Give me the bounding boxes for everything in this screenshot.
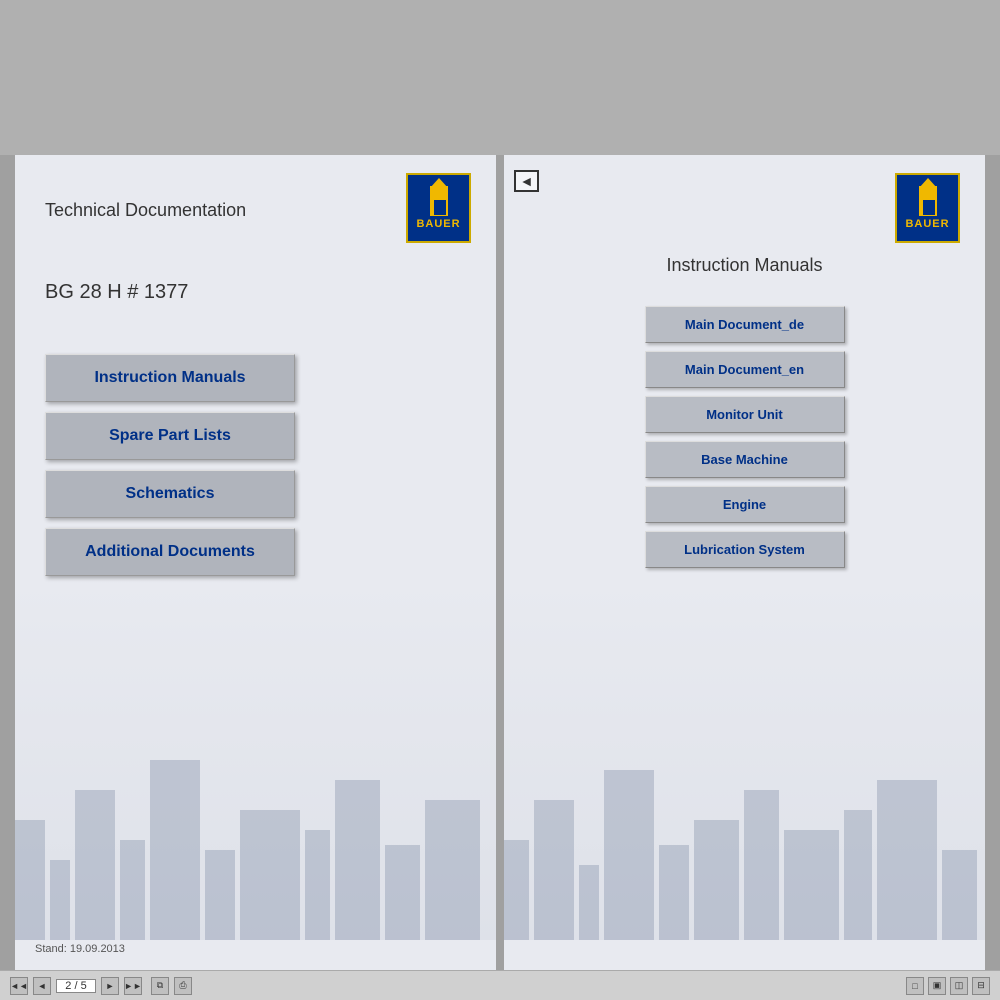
right-page-content: ◄ BAUER Instruction Manuals Main Documen… — [504, 155, 985, 970]
bottom-toolbar: ◄◄ ◄ 2 / 5 ► ►► ⧉ ⎙ □ ▣ ◫ — [0, 970, 1000, 1000]
right-page-title: Instruction Manuals — [534, 255, 955, 276]
stand-text: Stand: 19.09.2013 — [35, 943, 125, 955]
prev-page-button[interactable]: ◄ — [33, 977, 51, 995]
left-page-content: BAUER Technical Documentation BG 28 H # … — [15, 155, 496, 970]
app-container: BAUER Technical Documentation BG 28 H # … — [0, 0, 1000, 1000]
first-page-button[interactable]: ◄◄ — [10, 977, 28, 995]
last-page-icon: ►► — [124, 981, 142, 991]
view-icon-1[interactable]: □ — [906, 977, 924, 995]
view-icon-symbol-3: ◫ — [955, 980, 964, 991]
copy-button[interactable]: ⧉ — [151, 977, 169, 995]
back-icon[interactable]: ◄ — [514, 170, 539, 192]
bauer-logo-right: BAUER — [895, 173, 960, 243]
print-icon: ⎙ — [179, 980, 186, 991]
machine-id: BG 28 H # 1377 — [45, 281, 466, 304]
bauer-logo-tower-right — [919, 186, 937, 216]
right-page: ◄ BAUER Instruction Manuals Main Documen… — [504, 155, 985, 970]
bauer-logo-text: BAUER — [416, 218, 460, 230]
first-page-icon: ◄◄ — [10, 981, 28, 991]
next-page-button[interactable]: ► — [101, 977, 119, 995]
page-indicator[interactable]: 2 / 5 — [56, 979, 96, 993]
nav-buttons: Instruction Manuals Spare Part Lists Sch… — [45, 354, 466, 576]
bauer-logo-tower — [430, 186, 448, 216]
doc-buttons: Main Document_de Main Document_en Monito… — [534, 306, 955, 568]
prev-page-icon: ◄ — [38, 981, 47, 991]
view-icon-symbol-2: ▣ — [933, 980, 942, 991]
toolbar-icons-right: □ ▣ ◫ ⊟ — [906, 977, 990, 995]
lubrication-system-button[interactable]: Lubrication System — [645, 531, 845, 568]
back-icon-symbol: ◄ — [520, 173, 534, 189]
schematics-button[interactable]: Schematics — [45, 470, 295, 518]
last-page-button[interactable]: ►► — [124, 977, 142, 995]
pages-area: BAUER Technical Documentation BG 28 H # … — [0, 155, 1000, 970]
view-icon-symbol-1: □ — [912, 981, 917, 991]
main-document-de-button[interactable]: Main Document_de — [645, 306, 845, 343]
copy-icon: ⧉ — [157, 980, 163, 991]
main-document-en-button[interactable]: Main Document_en — [645, 351, 845, 388]
view-icon-3[interactable]: ◫ — [950, 977, 968, 995]
engine-button[interactable]: Engine — [645, 486, 845, 523]
print-button[interactable]: ⎙ — [174, 977, 192, 995]
monitor-unit-button[interactable]: Monitor Unit — [645, 396, 845, 433]
left-page: BAUER Technical Documentation BG 28 H # … — [15, 155, 496, 970]
top-bar — [0, 0, 1000, 155]
next-page-icon: ► — [106, 981, 115, 991]
view-icon-symbol-4: ⊟ — [977, 980, 985, 991]
page-title: Technical Documentation — [45, 200, 466, 221]
view-icon-4[interactable]: ⊟ — [972, 977, 990, 995]
bauer-logo-text-right: BAUER — [905, 218, 949, 230]
base-machine-button[interactable]: Base Machine — [645, 441, 845, 478]
view-icon-2[interactable]: ▣ — [928, 977, 946, 995]
spare-part-lists-button[interactable]: Spare Part Lists — [45, 412, 295, 460]
instruction-manuals-button[interactable]: Instruction Manuals — [45, 354, 295, 402]
bauer-logo-left: BAUER — [406, 173, 471, 243]
additional-documents-button[interactable]: Additional Documents — [45, 528, 295, 576]
